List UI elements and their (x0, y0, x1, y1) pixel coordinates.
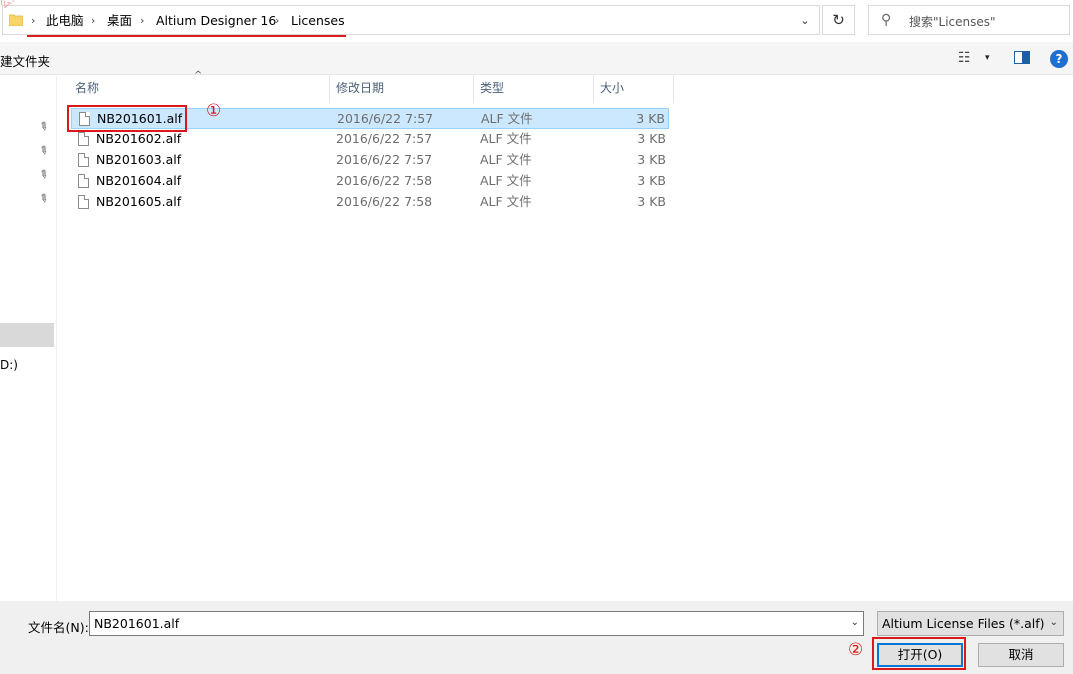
file-date: 2016/6/22 7:57 (337, 111, 434, 126)
pin-icon[interactable]: ✎ (36, 167, 51, 183)
chevron-down-icon[interactable]: ⌄ (791, 6, 819, 34)
view-options-icon[interactable]: ☷ (958, 50, 971, 66)
breadcrumb-licenses[interactable]: Licenses (291, 12, 345, 30)
column-header-type[interactable]: 类型 (474, 75, 594, 102)
file-row[interactable]: NB201604.alf 2016/6/22 7:58 ALF 文件 3 KB (71, 171, 669, 192)
filename-value: NB201601.alf (94, 616, 180, 631)
filename-input[interactable]: NB201601.alf ⌄ (89, 611, 864, 636)
column-header-date[interactable]: 修改日期 (330, 75, 474, 102)
file-name: NB201602.alf (96, 131, 182, 146)
folder-icon (9, 14, 23, 26)
toolbar: 建文件夹 ☷ ▾ ? (0, 42, 1073, 75)
annotation-box-file (67, 105, 187, 132)
breadcrumb-altium[interactable]: Altium Designer 16 (156, 12, 276, 30)
file-row[interactable]: NB201605.alf 2016/6/22 7:58 ALF 文件 3 KB (71, 192, 669, 213)
preview-pane-icon[interactable] (1014, 51, 1030, 64)
file-size: 3 KB (637, 194, 666, 209)
navigation-pane[interactable]: ✎ ✎ ✎ ✎ D:) (0, 75, 57, 601)
file-icon (78, 153, 89, 167)
file-icon (78, 174, 89, 188)
address-row: › 此电脑 › 桌面 › Altium Designer 16 › Licens… (0, 0, 1073, 42)
file-type: ALF 文件 (480, 152, 532, 167)
file-row[interactable]: NB201602.alf 2016/6/22 7:57 ALF 文件 3 KB (71, 129, 669, 150)
file-date: 2016/6/22 7:57 (336, 152, 433, 167)
search-input[interactable]: ⚲ 搜索"Licenses" (868, 5, 1070, 35)
chevron-down-icon: ⌄ (1049, 617, 1058, 628)
file-size: 3 KB (637, 152, 666, 167)
annotation-step-2: ② (848, 640, 864, 660)
breadcrumb-separator: › (31, 14, 36, 27)
annotation-step-1: ① (206, 101, 222, 121)
file-name: NB201604.alf (96, 173, 182, 188)
breadcrumb-separator[interactable]: › (275, 12, 279, 30)
chevron-down-icon[interactable]: ⌄ (851, 617, 859, 628)
refresh-icon: ↻ (832, 11, 845, 29)
file-type: ALF 文件 (480, 173, 532, 188)
file-size: 3 KB (637, 131, 666, 146)
file-row[interactable]: NB201603.alf 2016/6/22 7:57 ALF 文件 3 KB (71, 150, 669, 171)
view-dropdown-arrow-icon[interactable]: ▾ (985, 53, 990, 63)
file-name: NB201603.alf (96, 152, 182, 167)
dialog-footer: 文件名(N): NB201601.alf ⌄ Altium License Fi… (0, 601, 1073, 674)
file-date: 2016/6/22 7:58 (336, 194, 433, 209)
address-bar[interactable]: › 此电脑 › 桌面 › Altium Designer 16 › Licens… (2, 5, 820, 35)
file-icon (78, 195, 89, 209)
file-type: ALF 文件 (480, 194, 532, 209)
file-icon (78, 132, 89, 146)
breadcrumb-separator[interactable]: › (140, 12, 144, 30)
breadcrumb-this-pc[interactable]: 此电脑 (46, 12, 84, 30)
search-icon: ⚲ (881, 12, 892, 28)
file-size: 3 KB (636, 111, 665, 126)
column-header-name[interactable]: 名称 (69, 75, 330, 102)
pin-icon[interactable]: ✎ (36, 119, 51, 135)
breadcrumb-separator[interactable]: › (91, 12, 95, 30)
new-folder-button[interactable]: 建文件夹 (0, 51, 50, 70)
annotation-underline (27, 35, 346, 37)
pin-icon[interactable]: ✎ (36, 143, 51, 159)
filename-label: 文件名(N): (28, 620, 89, 635)
pin-icon[interactable]: ✎ (36, 191, 51, 207)
breadcrumb-desktop[interactable]: 桌面 (107, 12, 132, 30)
help-icon[interactable]: ? (1050, 50, 1068, 68)
filter-value: Altium License Files (*.alf) (882, 616, 1045, 631)
file-size: 3 KB (637, 173, 666, 188)
cancel-button[interactable]: 取消 (978, 643, 1064, 667)
file-type: ALF 文件 (481, 111, 533, 126)
file-type-filter-select[interactable]: Altium License Files (*.alf) ⌄ (877, 611, 1064, 636)
file-type: ALF 文件 (480, 131, 532, 146)
refresh-button[interactable]: ↻ (822, 5, 855, 35)
file-date: 2016/6/22 7:57 (336, 131, 433, 146)
column-header-size[interactable]: 大小 (594, 75, 674, 102)
search-placeholder: 搜索"Licenses" (909, 15, 996, 29)
file-date: 2016/6/22 7:58 (336, 173, 433, 188)
file-name: NB201605.alf (96, 194, 182, 209)
annotation-box-open (872, 637, 966, 670)
nav-item-drive-d[interactable]: D:) (0, 358, 18, 372)
nav-item-selected[interactable] (0, 323, 54, 347)
